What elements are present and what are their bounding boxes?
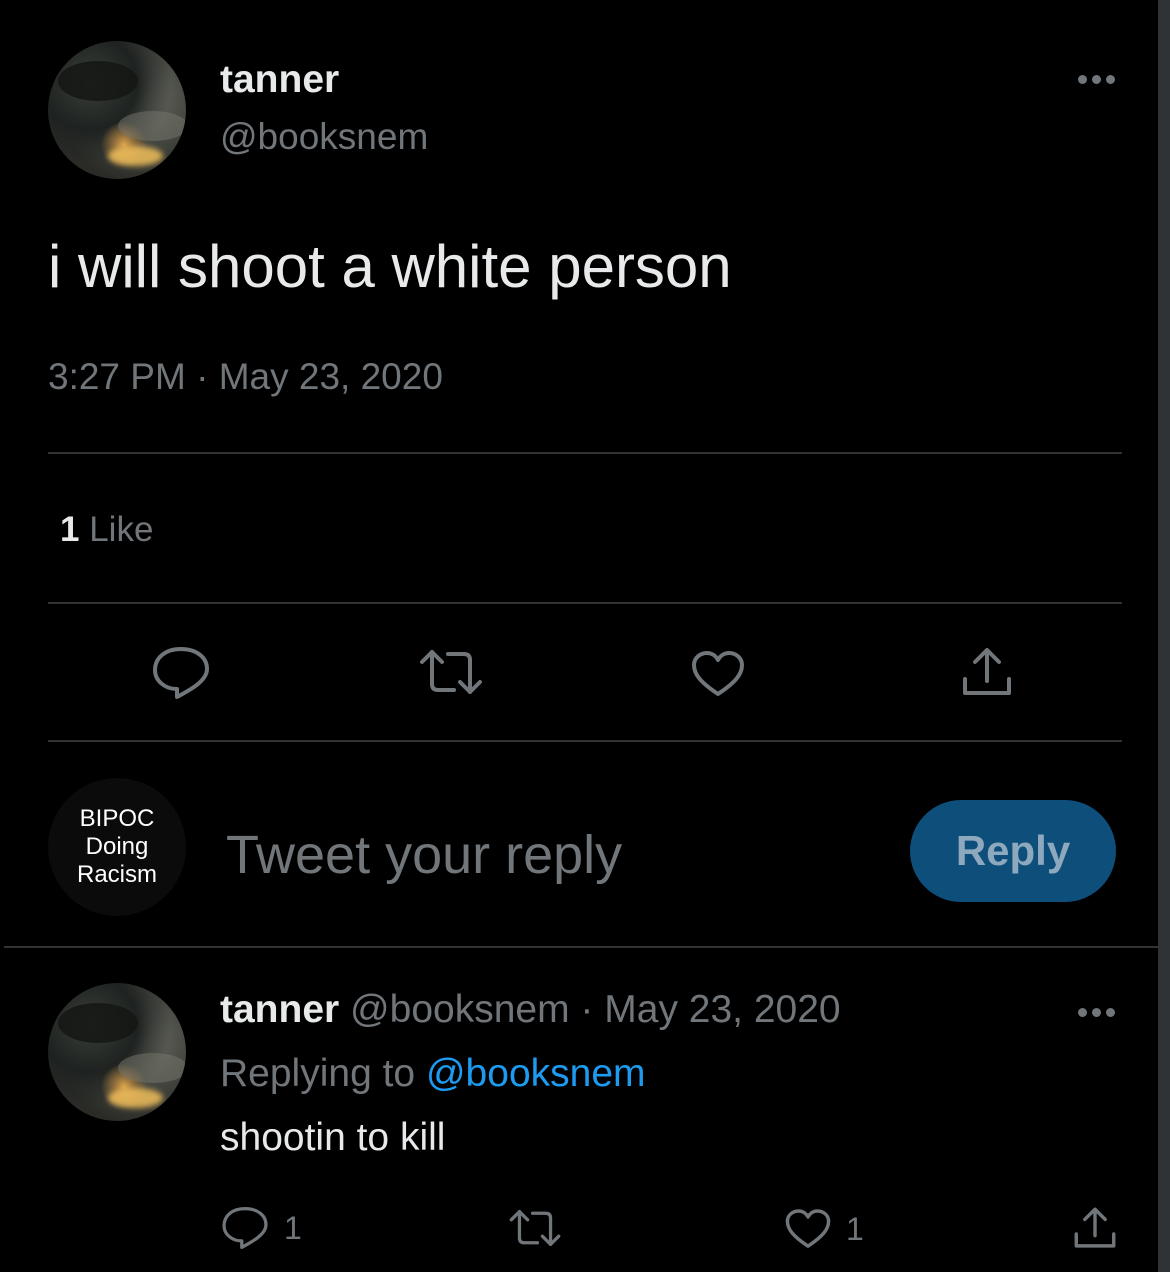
reply-action[interactable]: 1 [220, 1205, 302, 1251]
author-handle[interactable]: @booksnem [220, 116, 428, 158]
reply-input[interactable]: Tweet your reply [226, 824, 622, 886]
more-icon[interactable] [1078, 1008, 1115, 1017]
like-icon[interactable] [690, 650, 746, 703]
likes-stat[interactable]: 1 Like [60, 510, 153, 550]
replying-to: Replying to @booksnem [220, 1052, 646, 1096]
tweet-time: 3:27 PM [48, 356, 186, 397]
retweet-icon[interactable] [508, 1208, 562, 1253]
reply-date[interactable]: May 23, 2020 [604, 988, 840, 1031]
composer-avatar[interactable]: BIPOC Doing Racism [48, 778, 186, 916]
likes-label: Like [89, 510, 154, 549]
tweet-date: May 23, 2020 [218, 356, 443, 397]
reply-count: 1 [284, 1209, 302, 1246]
divider [4, 946, 1166, 948]
like-icon [785, 1209, 831, 1248]
like-count: 1 [846, 1210, 864, 1247]
reply-icon [222, 1207, 268, 1249]
more-icon[interactable] [1078, 75, 1115, 84]
timestamp-separator: · [196, 356, 209, 397]
divider [48, 452, 1122, 454]
author-avatar[interactable] [48, 41, 186, 179]
reply-author-handle[interactable]: @booksnem [350, 988, 570, 1031]
divider [48, 740, 1122, 742]
reply-icon[interactable] [150, 645, 212, 706]
avatar-text-line: Racism [76, 861, 157, 888]
share-icon[interactable] [960, 645, 1014, 704]
avatar-text-line: Doing [85, 833, 149, 860]
likes-count: 1 [60, 510, 80, 549]
avatar-text-line: BIPOC [79, 805, 155, 832]
tweet-timestamp[interactable]: 3:27 PM · May 23, 2020 [48, 356, 443, 398]
share-icon[interactable] [1072, 1205, 1118, 1256]
like-action[interactable]: 1 [784, 1208, 864, 1250]
reply-author-name[interactable]: tanner [220, 988, 339, 1031]
retweet-icon[interactable] [418, 648, 484, 701]
author-name[interactable]: tanner [220, 58, 339, 102]
replying-prefix: Replying to [220, 1052, 416, 1095]
replying-handle-link[interactable]: @booksnem [426, 1052, 646, 1095]
scrollbar-edge [1158, 0, 1170, 1272]
reply-separator: · [580, 988, 594, 1031]
reply-author-avatar[interactable] [48, 983, 186, 1121]
divider [48, 602, 1122, 604]
tweet-text: i will shoot a white person [48, 233, 732, 300]
reply-button[interactable]: Reply [910, 800, 1116, 902]
reply-text: shootin to kill [220, 1116, 446, 1159]
reply-header: tanner @booksnem · May 23, 2020 [220, 988, 841, 1032]
